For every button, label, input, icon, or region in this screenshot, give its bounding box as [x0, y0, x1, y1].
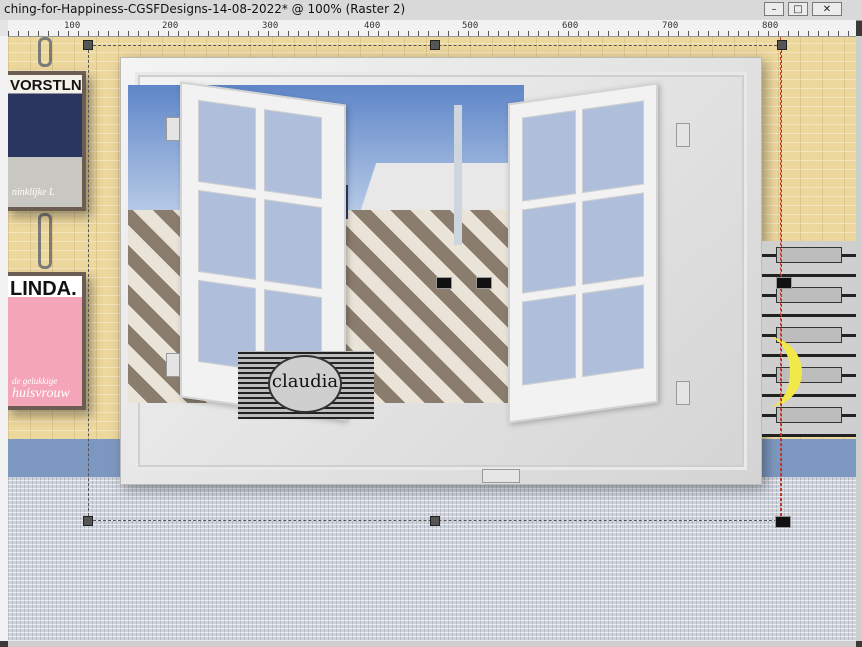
- brick-tile: [776, 287, 842, 303]
- window-title: ching-for-Happiness-CGSFDesigns-14-08-20…: [4, 2, 406, 16]
- chain-link: [38, 37, 52, 67]
- ruler-label: 800: [762, 21, 779, 31]
- magazine-subtitle: ninklijke L: [12, 187, 55, 198]
- ruler-label: 600: [562, 21, 579, 31]
- magazine-subtitle: huisvrouw: [12, 386, 70, 401]
- chain-link: [38, 213, 52, 269]
- resize-handle-top-left[interactable]: [83, 40, 93, 50]
- close-button[interactable]: ✕: [812, 2, 842, 16]
- title-bar[interactable]: ching-for-Happiness-CGSFDesigns-14-08-20…: [0, 0, 862, 21]
- ruler-label: 100: [64, 21, 81, 31]
- magazine-tag: de gelukkige: [12, 376, 58, 386]
- ruler-ticks: [8, 31, 856, 36]
- image-canvas[interactable]: VORSTLN ninklijke L LINDA. de gelukkige …: [8, 37, 856, 641]
- magazine-title: LINDA.: [10, 278, 77, 300]
- ruler-label: 200: [162, 21, 179, 31]
- brick-tile: [776, 247, 842, 263]
- pick-tool-node[interactable]: [775, 516, 791, 528]
- resize-handle-bottom-left[interactable]: [83, 516, 93, 526]
- side-node[interactable]: [776, 277, 792, 289]
- rotation-node[interactable]: [476, 277, 492, 289]
- app-window: ching-for-Happiness-CGSFDesigns-14-08-20…: [0, 0, 862, 647]
- brick-tile: [776, 327, 842, 343]
- ruler-label: 300: [262, 21, 279, 31]
- horizontal-scrollbar[interactable]: [8, 641, 856, 647]
- ruler-label: 500: [462, 21, 479, 31]
- ruler-corner: [0, 20, 8, 36]
- magazine-cover-2: LINDA. de gelukkige huisvrouw: [8, 272, 86, 410]
- ruler-label: 700: [662, 21, 679, 31]
- minimize-button[interactable]: –: [764, 2, 784, 16]
- maximize-button[interactable]: □: [788, 2, 808, 16]
- magazine-title: VORSTLN: [10, 77, 82, 94]
- ruler-label: 400: [364, 21, 381, 31]
- magazine-cover-1: VORSTLN ninklijke L: [8, 71, 86, 211]
- ruler-horizontal[interactable]: 100 200 300 400 500 600 700 800: [8, 20, 856, 37]
- resize-handle-top-right[interactable]: [777, 40, 787, 50]
- selection-bounding-box[interactable]: [88, 45, 782, 521]
- brick-tile: [776, 407, 842, 423]
- resize-handle-top[interactable]: [430, 40, 440, 50]
- vertical-scrollbar[interactable]: [856, 36, 862, 641]
- resize-handle-bottom[interactable]: [430, 516, 440, 526]
- rotation-node[interactable]: [436, 277, 452, 289]
